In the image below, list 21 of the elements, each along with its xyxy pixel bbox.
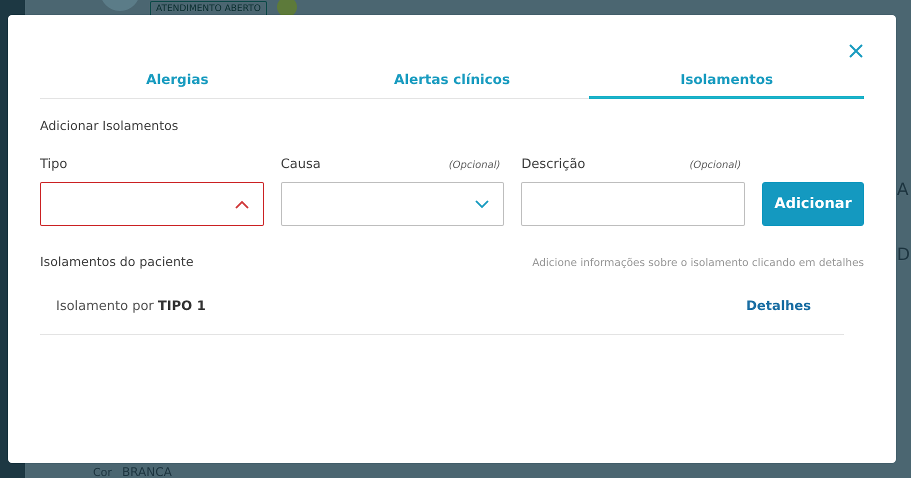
tab[interactable]: Isolamentos xyxy=(589,63,864,99)
input-field[interactable] xyxy=(521,182,746,226)
chevron-icon xyxy=(475,200,490,208)
list-title: Isolamentos do paciente xyxy=(40,254,194,269)
optional-note: (Opcional) xyxy=(448,160,500,171)
select-field[interactable] xyxy=(280,182,504,226)
optional-note: (Opcional) xyxy=(689,160,742,171)
close-button[interactable] xyxy=(848,43,864,59)
section-title: Adicionar Isolamentos xyxy=(40,118,180,133)
tab[interactable]: Alergias xyxy=(40,63,315,99)
field-label: Tipo xyxy=(40,157,68,172)
hint-text: Adicione informações sobre o isolamento clicando em detalhes xyxy=(532,257,864,269)
status-icon xyxy=(276,0,297,17)
details-link[interactable]: Detalhes xyxy=(746,299,811,314)
select-field[interactable] xyxy=(40,182,264,226)
field-label: Descrição xyxy=(521,157,586,172)
isolation-item: Isolamento por TIPO 1 xyxy=(56,299,206,314)
tab[interactable]: Alertas clínicos xyxy=(314,63,590,99)
chevron-icon xyxy=(234,200,249,208)
add-button[interactable]: Adicionar xyxy=(762,182,864,226)
field-label: Causa xyxy=(280,157,321,172)
